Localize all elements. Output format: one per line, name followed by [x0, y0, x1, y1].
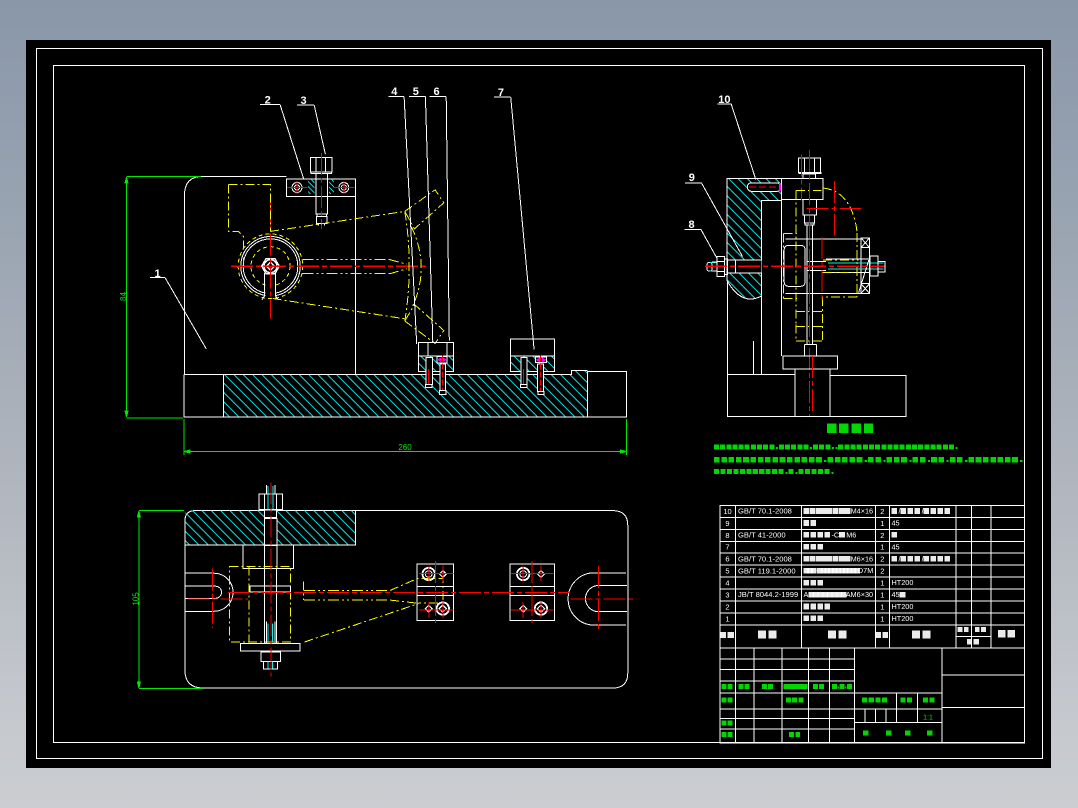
- svg-text:1: 1: [880, 519, 884, 528]
- svg-text:7: 7: [498, 87, 504, 99]
- svg-text:1: 1: [880, 590, 884, 599]
- svg-text:GB/T 70.1-2008: GB/T 70.1-2008: [738, 554, 792, 563]
- svg-text:9: 9: [725, 519, 729, 528]
- svg-text:45: 45: [892, 590, 900, 599]
- svg-text:M4×16: M4×16: [851, 507, 874, 516]
- svg-text:GB/T 41-2000: GB/T 41-2000: [738, 531, 786, 540]
- svg-text:8: 8: [725, 531, 729, 540]
- svg-text:M6: M6: [846, 530, 856, 539]
- svg-text:GB/T 119.1-2000: GB/T 119.1-2000: [738, 566, 796, 575]
- svg-text:2: 2: [725, 602, 729, 611]
- svg-text:2: 2: [880, 531, 884, 540]
- svg-text:6: 6: [725, 555, 729, 564]
- svg-text:1: 1: [880, 543, 884, 552]
- svg-text:45: 45: [892, 542, 900, 551]
- svg-text:2: 2: [880, 507, 884, 516]
- svg-text:HT200: HT200: [892, 614, 914, 623]
- svg-text:10: 10: [718, 94, 730, 106]
- svg-text:D7M: D7M: [858, 566, 873, 575]
- svg-text:6: 6: [433, 86, 439, 98]
- svg-text:1: 1: [880, 602, 884, 611]
- svg-text:-C: -C: [832, 530, 840, 539]
- svg-text:260: 260: [398, 443, 412, 452]
- svg-text:HT200: HT200: [892, 602, 914, 611]
- svg-text:1: 1: [880, 579, 884, 588]
- svg-text:5: 5: [413, 86, 419, 98]
- svg-text:M6×16: M6×16: [851, 554, 874, 563]
- svg-text:105: 105: [131, 592, 140, 606]
- svg-text:AM6×30: AM6×30: [846, 590, 873, 599]
- svg-text:4: 4: [391, 86, 398, 98]
- svg-text:3: 3: [725, 590, 729, 599]
- svg-text:JB/T 8044.2-1999: JB/T 8044.2-1999: [738, 590, 798, 599]
- svg-text:GB/T 70.1-2008: GB/T 70.1-2008: [738, 507, 792, 516]
- svg-text:2: 2: [880, 555, 884, 564]
- svg-text:2: 2: [880, 567, 884, 576]
- svg-text:3: 3: [300, 95, 306, 107]
- svg-text:45: 45: [892, 519, 900, 528]
- svg-text:1: 1: [725, 614, 729, 623]
- svg-text:8: 8: [688, 219, 694, 231]
- svg-text:9: 9: [689, 172, 695, 184]
- svg-text:4: 4: [725, 579, 729, 588]
- svg-text:A: A: [804, 590, 809, 599]
- svg-text:5: 5: [725, 567, 729, 576]
- svg-text:HT200: HT200: [892, 578, 914, 587]
- svg-text:1: 1: [154, 268, 160, 280]
- svg-text:2: 2: [265, 95, 271, 107]
- svg-text:1: 1: [880, 614, 884, 623]
- svg-text:7: 7: [725, 543, 729, 552]
- svg-text:1:1: 1:1: [923, 715, 933, 722]
- svg-text:10: 10: [723, 507, 731, 516]
- svg-text:84: 84: [119, 292, 128, 301]
